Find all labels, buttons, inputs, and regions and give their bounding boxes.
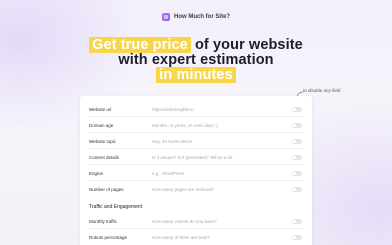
section-title-traffic: Traffic and Engagement: [89, 204, 143, 210]
row-divider: [89, 148, 303, 149]
brand-header: How Much for Site?: [0, 13, 392, 21]
engine-input[interactable]: e.g., WordPress: [152, 171, 184, 176]
field-label: Website url: [89, 106, 112, 112]
hero-line-1-rest: of your website: [190, 37, 303, 53]
field-row-website-topic: Website topic Say, it's home decor: [80, 134, 312, 148]
website-url-toggle[interactable]: [292, 106, 302, 112]
disable-field-annotation: to disable any field: [303, 88, 341, 93]
website-topic-toggle[interactable]: [292, 138, 302, 144]
content-details-input[interactable]: Is it unique? Is it generated? Tell us a…: [152, 155, 232, 160]
hero-line-3: in minutes: [0, 67, 392, 83]
content-details-toggle[interactable]: [292, 154, 302, 160]
hero-line-1: Get true price of your website: [0, 37, 392, 53]
field-label: Website topic: [89, 138, 116, 144]
monthly-traffic-toggle[interactable]: [292, 218, 302, 224]
field-label: Number of pages: [89, 186, 124, 192]
brand-name: How Much for Site?: [174, 14, 230, 20]
hero-highlight-3: in minutes: [156, 67, 236, 83]
website-url-input[interactable]: https://webinsights.io: [152, 107, 194, 112]
field-row-robots-percentage: Robots percentage How many of them are b…: [80, 230, 312, 244]
field-row-content-details: Content details Is it unique? Is it gene…: [80, 150, 312, 164]
field-row-monthly-traffic: Monthly traffic How many visitors do you…: [80, 214, 312, 228]
number-of-pages-input[interactable]: How many pages are indexed?: [152, 187, 214, 192]
field-row-domain-age: Domain age Months, or years, or even day…: [80, 118, 312, 132]
hero-headline: Get true price of your website with expe…: [0, 37, 392, 83]
row-divider: [89, 164, 303, 165]
domain-age-input[interactable]: Months, or years, or even days :): [152, 123, 218, 128]
field-label: Domain age: [89, 122, 114, 128]
engine-toggle[interactable]: [292, 170, 302, 176]
row-divider: [89, 180, 303, 181]
monthly-traffic-input[interactable]: How many visitors do you have?: [152, 219, 217, 224]
hero-highlight-1: Get true price: [89, 37, 191, 53]
field-label: Content details: [89, 154, 120, 160]
estimation-form: Website url https://webinsights.io Domai…: [80, 96, 312, 245]
number-of-pages-toggle[interactable]: [292, 186, 302, 192]
hero-line-2: with expert estimation: [118, 52, 274, 68]
field-row-number-of-pages: Number of pages How many pages are index…: [80, 182, 312, 196]
field-row-engine: Engine e.g., WordPress: [80, 166, 312, 180]
field-label: Engine: [89, 170, 104, 176]
row-divider: [89, 132, 303, 133]
robots-percentage-toggle[interactable]: [292, 234, 302, 240]
field-row-website-url: Website url https://webinsights.io: [80, 102, 312, 116]
row-divider: [89, 228, 303, 229]
website-topic-input[interactable]: Say, it's home decor: [152, 139, 192, 144]
row-divider: [89, 116, 303, 117]
app-logo-icon: [162, 13, 170, 21]
field-label: Robots percentage: [89, 234, 128, 240]
robots-percentage-input[interactable]: How many of them are bots?: [152, 235, 210, 240]
field-label: Monthly traffic: [89, 218, 117, 224]
domain-age-toggle[interactable]: [292, 122, 302, 128]
